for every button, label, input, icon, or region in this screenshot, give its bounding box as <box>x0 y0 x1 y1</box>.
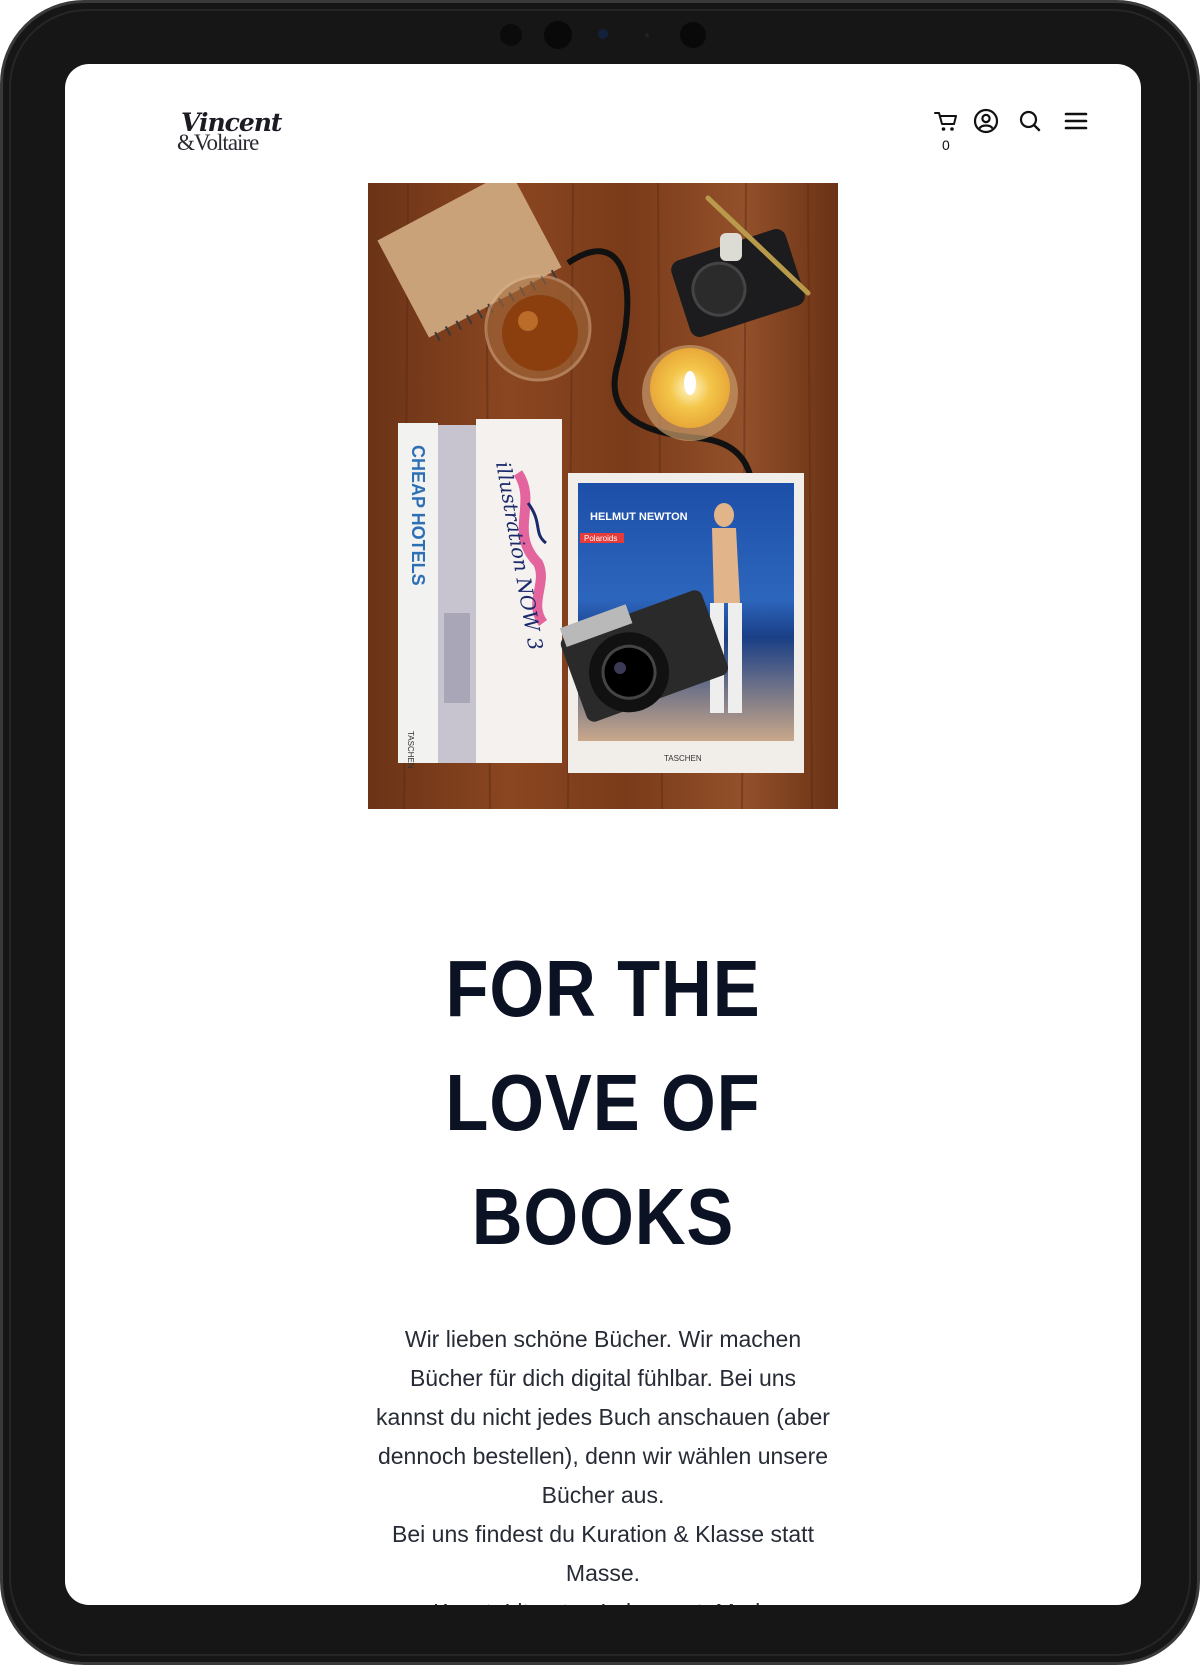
camera-icon <box>544 21 572 49</box>
account-icon[interactable] <box>973 108 999 134</box>
light-sensor-icon <box>645 33 649 37</box>
page-headline: FOR THE LOVE OF BOOKS <box>295 932 911 1274</box>
headline-line-3: BOOKS <box>471 1172 735 1261</box>
header-icons: 0 <box>933 108 1088 153</box>
camera-lens-icon <box>598 29 608 39</box>
headline-line-2: LOVE OF <box>445 1058 761 1147</box>
intro-paragraph-1: Wir lieben schöne Bücher. Wir machen Büc… <box>376 1326 830 1508</box>
cover-publisher: TASCHEN <box>664 754 702 763</box>
intro-paragraph-3: Kunst, Literatur, Lebensart, Mode <box>373 1593 833 1605</box>
sensor-icon <box>500 24 522 46</box>
browser-viewport: Vincent &Voltaire 0 CHEAP HOTELS TASCHEN… <box>65 64 1141 1605</box>
camera-sensors <box>3 21 1197 49</box>
spine-publisher: TASCHEN <box>406 731 415 769</box>
intro-text: Wir lieben schöne Bücher. Wir machen Büc… <box>373 1320 833 1605</box>
cover-subtitle: Polaroids <box>584 534 617 543</box>
tablet-frame: Vincent &Voltaire 0 CHEAP HOTELS TASCHEN… <box>0 0 1200 1665</box>
hero-photo-illustration: CHEAP HOTELS TASCHEN illustration NOW 3 … <box>368 183 838 809</box>
cart-count-badge: 0 <box>942 137 950 153</box>
cover-title: HELMUT NEWTON <box>590 511 688 523</box>
menu-icon[interactable] <box>1063 108 1089 134</box>
site-logo[interactable]: Vincent &Voltaire <box>177 108 282 162</box>
sensor-icon <box>680 22 706 48</box>
hero-image: CHEAP HOTELS TASCHEN illustration NOW 3 … <box>368 183 838 809</box>
intro-paragraph-2: Bei uns findest du Kuration & Klasse sta… <box>392 1521 814 1586</box>
cart-icon[interactable]: 0 <box>933 108 959 153</box>
headline-line-1: FOR THE <box>445 944 761 1033</box>
search-icon[interactable] <box>1017 108 1043 134</box>
logo-line-2: &Voltaire <box>177 130 259 155</box>
spine-cheap-hotels: CHEAP HOTELS <box>408 445 428 586</box>
